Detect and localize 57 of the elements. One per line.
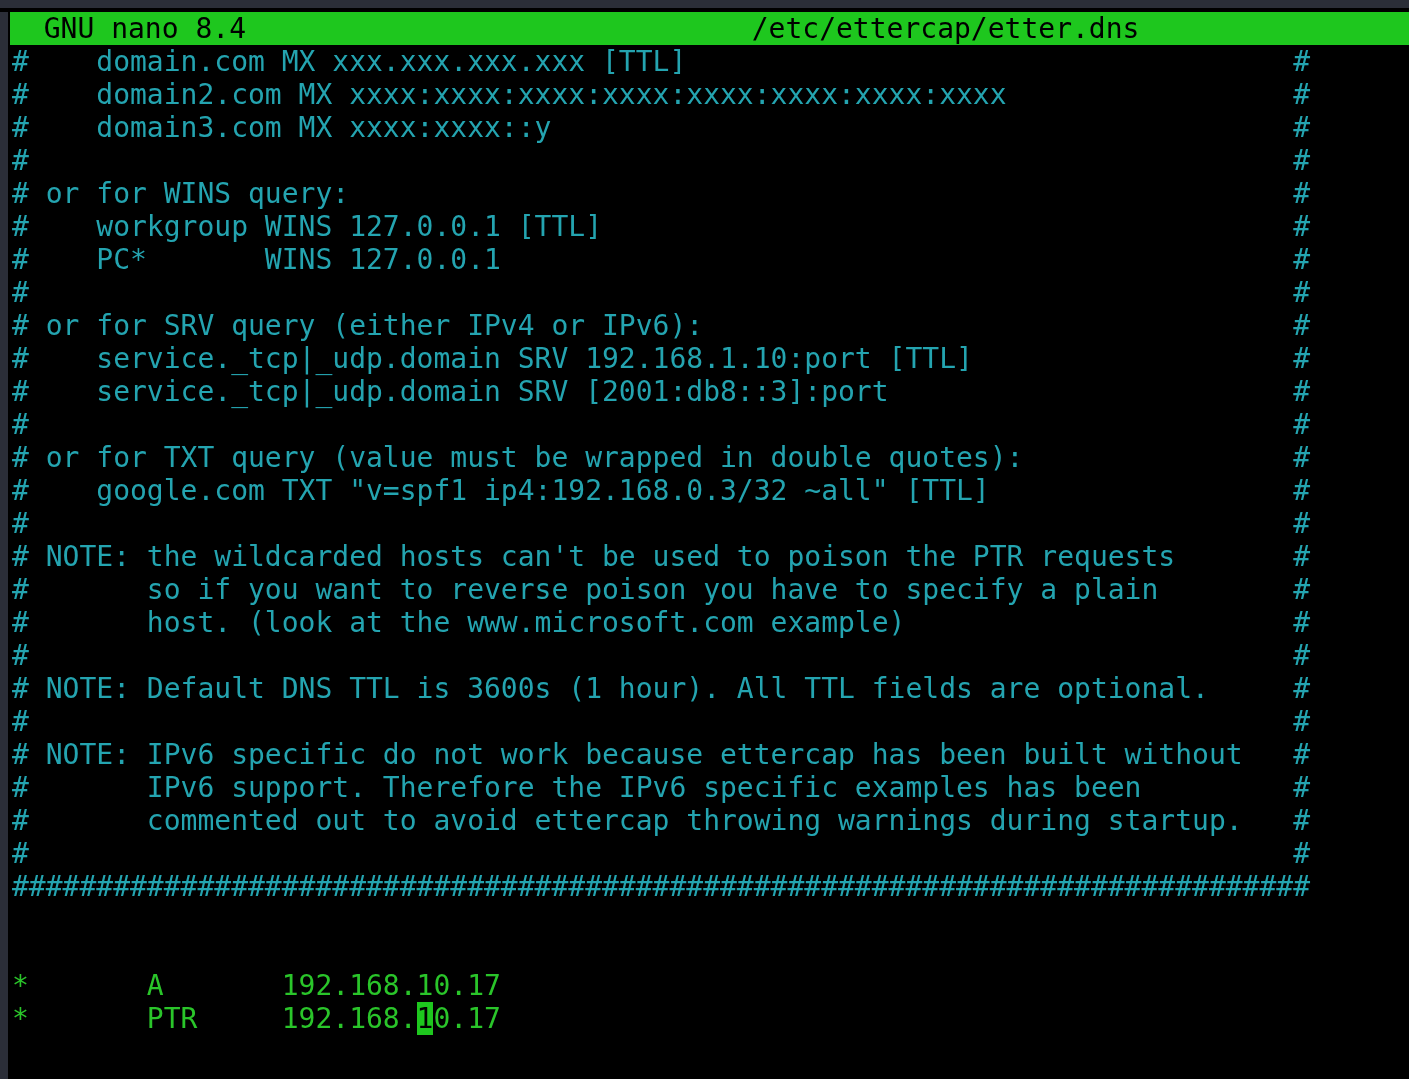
- comment-line: # NOTE: IPv6 specific do not work because ettercap has been built without: [12, 738, 1244, 771]
- comment-mark: #: [1293, 243, 1310, 276]
- comment-mark: #: [1293, 540, 1310, 573]
- comment-line: # workgroup WINS 127.0.0.1 [TTL]: [12, 210, 603, 243]
- comment-mark: #: [1293, 45, 1310, 78]
- comment-mark: #: [1293, 144, 1310, 177]
- comment-line: # NOTE: Default DNS TTL is 3600s (1 hour). All TTL fields are optional.: [12, 672, 1210, 705]
- comment-mark: #: [1293, 639, 1310, 672]
- comment-line: # NOTE: the wildcarded hosts can't be used to poison the PTR requests: [12, 540, 1177, 573]
- comment-mark: #: [1293, 276, 1310, 309]
- comment-line: #: [12, 276, 30, 309]
- comment-line: # or for TXT query (value must be wrapped in double quotes):: [12, 441, 1025, 474]
- comment-line: # PC* WINS 127.0.0.1: [12, 243, 502, 276]
- comment-line: # service._tcp|_udp.domain SRV 192.168.1.10:port [TTL]: [12, 342, 974, 375]
- comment-mark: #: [1293, 309, 1310, 342]
- code-text: 0.17: [433, 1002, 501, 1035]
- comment-mark: #: [1293, 375, 1310, 408]
- comment-mark: #: [1293, 111, 1310, 144]
- comment-mark: #: [1293, 78, 1310, 111]
- comment-line: # or for WINS query:: [12, 177, 351, 210]
- comment-mark: #: [1293, 804, 1310, 837]
- comment-line: # service._tcp|_udp.domain SRV [2001:db8::3]:port: [12, 375, 890, 408]
- comment-line: # domain3.com MX xxxx:xxxx::y: [12, 111, 553, 144]
- comment-line: # host. (look at the www.microsoft.com example): [12, 606, 907, 639]
- comment-line: # so if you want to reverse poison you have to specify a plain: [12, 573, 1160, 606]
- comment-mark: #: [1293, 837, 1310, 870]
- separator-line: #############################################################################: [12, 870, 1311, 903]
- comment-mark: #: [1293, 672, 1310, 705]
- comment-line: #: [12, 639, 30, 672]
- comment-mark: #: [1293, 342, 1310, 375]
- app-version: GNU nano 8.4: [43, 12, 247, 45]
- comment-mark: #: [1293, 738, 1310, 771]
- comment-line: # domain.com MX xxx.xxx.xxx.xxx [TTL]: [12, 45, 688, 78]
- comment-line: # domain2.com MX xxxx:xxxx:xxxx:xxxx:xxxx:xxxx:xxxx:xxxx: [12, 78, 1008, 111]
- comment-line: #: [12, 507, 30, 540]
- comment-line: #: [12, 144, 30, 177]
- comment-mark: #: [1293, 573, 1310, 606]
- comment-mark: #: [1293, 441, 1310, 474]
- comment-mark: #: [1293, 507, 1310, 540]
- comment-mark: #: [1293, 606, 1310, 639]
- code-line: * PTR 192.168.: [12, 1002, 417, 1035]
- comment-mark: #: [1293, 210, 1310, 243]
- comment-mark: #: [1293, 474, 1310, 507]
- comment-line: # google.com TXT "v=spf1 ip4:192.168.0.3/32 ~all" [TTL]: [12, 474, 991, 507]
- comment-line: #: [12, 837, 30, 870]
- comment-line: # commented out to avoid ettercap throwing warnings during startup.: [12, 804, 1244, 837]
- text-cursor: 1: [416, 1002, 434, 1035]
- comment-mark: #: [1293, 771, 1310, 804]
- comment-line: #: [12, 408, 30, 441]
- comment-mark: #: [1293, 408, 1310, 441]
- file-path: /etc/ettercap/etter.dns: [751, 12, 1140, 45]
- comment-line: #: [12, 705, 30, 738]
- comment-line: # IPv6 support. Therefore the IPv6 specific examples has been: [12, 771, 1143, 804]
- comment-line: # or for SRV query (either IPv4 or IPv6):: [12, 309, 705, 342]
- code-line: * A 192.168.10.17: [12, 969, 501, 1002]
- comment-mark: #: [1293, 177, 1310, 210]
- comment-mark: #: [1293, 705, 1310, 738]
